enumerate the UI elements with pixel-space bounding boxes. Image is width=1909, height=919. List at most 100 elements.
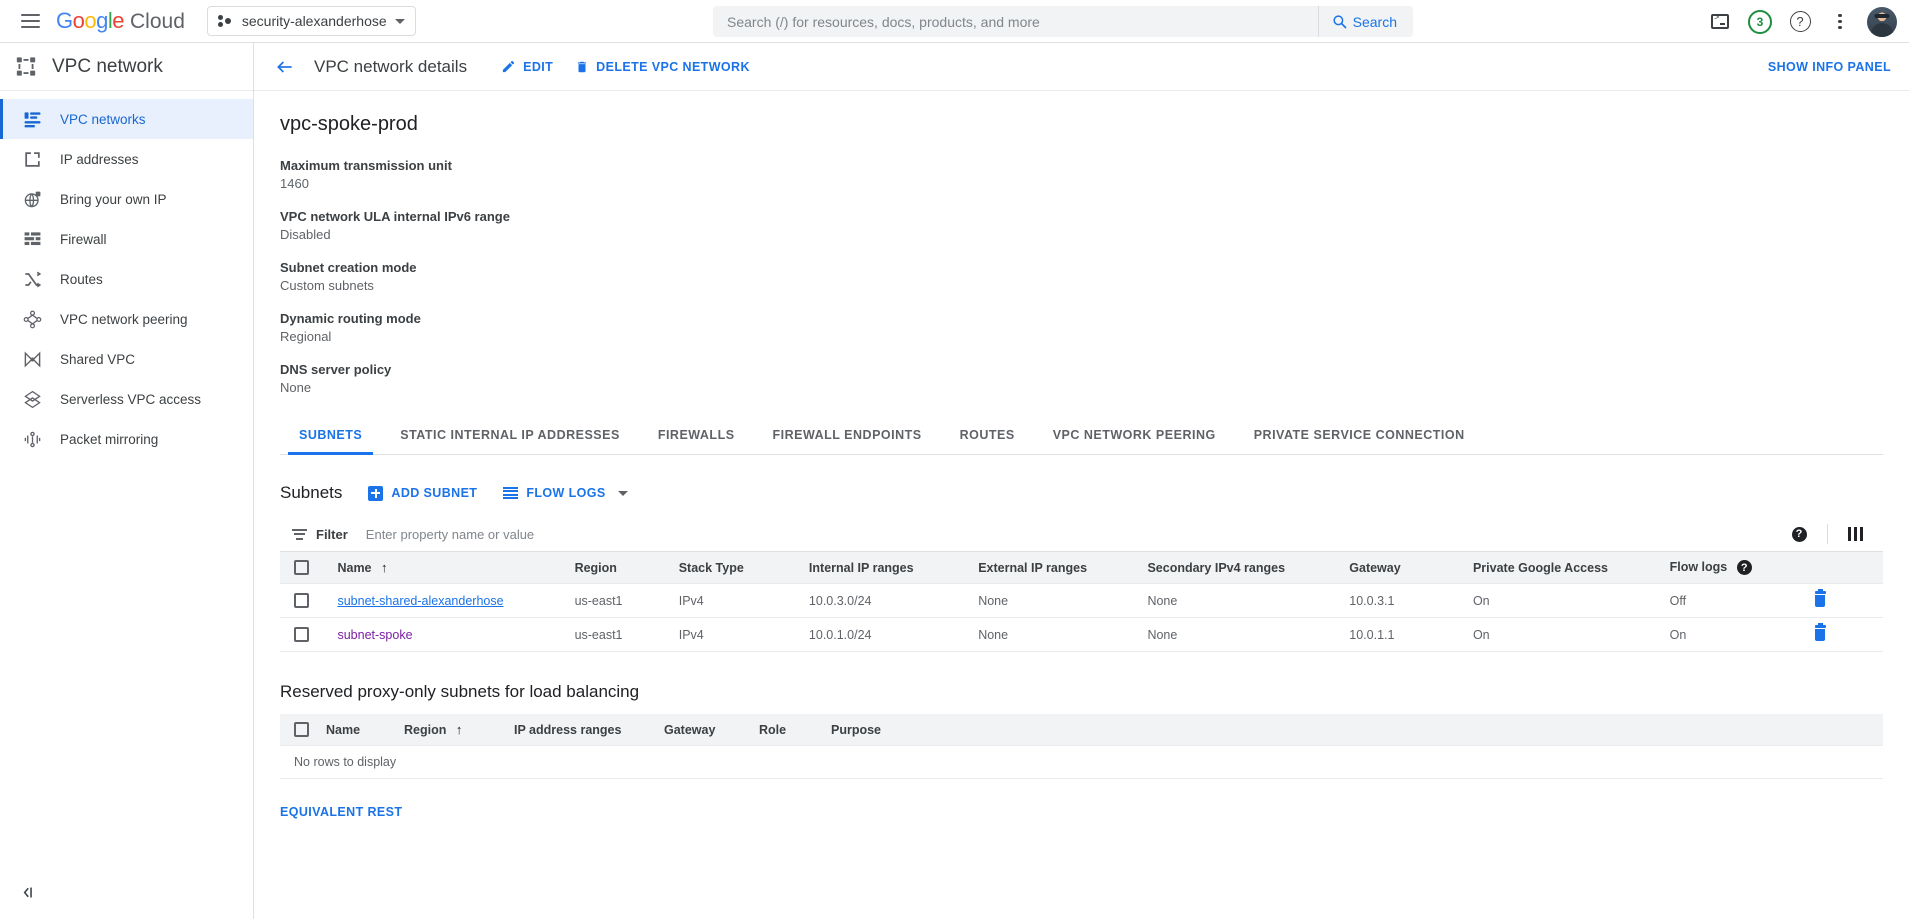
tab-private-service-connection[interactable]: PRIVATE SERVICE CONNECTION	[1235, 417, 1484, 454]
help-circle-icon[interactable]: ?	[1791, 526, 1807, 542]
avatar[interactable]	[1867, 6, 1897, 37]
row-checkbox[interactable]	[294, 627, 309, 643]
filter-input[interactable]	[363, 525, 784, 543]
column-header-gateway[interactable]: Gateway	[1341, 552, 1465, 584]
cloud-shell-terminal-icon[interactable]	[1703, 5, 1737, 39]
sidebar-item-ip-addresses[interactable]: IP addresses	[0, 139, 253, 179]
collapse-panel-icon[interactable]	[14, 879, 40, 905]
edit-button[interactable]: EDIT	[501, 59, 553, 74]
search-icon	[1333, 15, 1346, 29]
subnet-link[interactable]: subnet-shared-alexanderhose	[337, 594, 503, 608]
cloud-wordmark: Cloud	[130, 10, 185, 33]
row-checkbox[interactable]	[294, 593, 309, 609]
column-header-gateway[interactable]: Gateway	[656, 714, 751, 746]
sidebar-item-vpc-networks[interactable]: VPC networks	[0, 99, 253, 139]
tab-routes[interactable]: ROUTES	[941, 417, 1034, 454]
column-header-name[interactable]: Name ↑	[329, 552, 567, 584]
cell-gateway: 10.0.1.1	[1341, 617, 1465, 653]
sidebar-item-label: Firewall	[60, 231, 107, 247]
flow-logs-help-icon[interactable]: ?	[1736, 560, 1752, 576]
tab-vpc-network-peering[interactable]: VPC NETWORK PEERING	[1034, 417, 1235, 454]
cell-internal-ip-ranges: 10.0.1.0/24	[800, 617, 971, 653]
sidebar-item-packet-mirroring[interactable]: Packet mirroring	[0, 419, 253, 459]
sidebar-item-label: VPC network peering	[60, 311, 188, 327]
equivalent-rest-button[interactable]: EQUIVALENT REST	[280, 805, 402, 819]
cell-secondary-ipv4-ranges: None	[1139, 617, 1342, 653]
cell-name: subnet-spoke	[329, 617, 567, 653]
tab-firewall-endpoints[interactable]: FIREWALL ENDPOINTS	[754, 417, 941, 454]
project-selector[interactable]: security-alexanderhose	[206, 6, 416, 36]
page-title: VPC network details	[314, 56, 468, 76]
more-vertical-kebab-icon[interactable]	[1823, 5, 1857, 39]
flow-logs-icon	[503, 487, 519, 499]
sidebar-item-serverless-vpc-access[interactable]: Serverless VPC access	[0, 379, 253, 419]
details-content: vpc-spoke-prod Maximum transmission unit…	[254, 91, 1909, 821]
flow-logs-button[interactable]: FLOW LOGS	[503, 486, 628, 500]
column-header-external-ip-ranges[interactable]: External IP ranges	[970, 552, 1140, 584]
property-dns-server-policy: DNS server policy None	[280, 362, 1909, 395]
project-name-label: security-alexanderhose	[241, 13, 387, 29]
cell-secondary-ipv4-ranges: None	[1139, 583, 1342, 619]
flow-logs-label: FLOW LOGS	[526, 486, 606, 500]
search-input[interactable]	[713, 13, 1318, 30]
sidebar-item-shared-vpc[interactable]: Shared VPC	[0, 339, 253, 379]
vpc-networks-icon	[22, 109, 42, 129]
delete-vpc-network-button[interactable]: DELETE VPC NETWORK	[575, 59, 750, 75]
routes-icon	[22, 269, 42, 289]
sidebar-item-routes[interactable]: Routes	[0, 259, 253, 299]
subnets-table-card: Filter ? Name ↑	[280, 517, 1883, 653]
column-header-role[interactable]: Role	[751, 714, 823, 746]
sidebar: VPC network VPC networks IP addresses Br…	[0, 43, 254, 919]
show-info-panel-button[interactable]: SHOW INFO PANEL	[1768, 60, 1891, 74]
column-header-internal-ip-ranges[interactable]: Internal IP ranges	[800, 552, 971, 584]
page-header: VPC network details EDIT DELETE VPC NETW…	[254, 43, 1909, 91]
bring-your-own-ip-icon	[22, 189, 42, 209]
subnet-link[interactable]: subnet-spoke	[337, 628, 412, 642]
tab-subnets[interactable]: SUBNETS	[280, 417, 381, 455]
property-value: Disabled	[280, 227, 331, 242]
search-bar[interactable]: Search	[713, 6, 1413, 37]
cell-flow-logs: Off	[1661, 583, 1805, 619]
tab-static-internal-ip-addresses[interactable]: STATIC INTERNAL IP ADDRESSES	[381, 417, 639, 454]
tab-firewalls[interactable]: FIREWALLS	[639, 417, 754, 454]
table-row[interactable]: subnet-spoke us-east1 IPv4 10.0.1.0/24 N…	[280, 617, 1883, 653]
row-actions-cell	[1804, 583, 1883, 619]
proxy-subnets-title: Reserved proxy-only subnets for load bal…	[280, 682, 640, 702]
cell-private-google-access: On	[1464, 583, 1662, 619]
subnets-table: Name ↑ Region Stack Type Internal IP ran…	[280, 552, 1883, 653]
sidebar-item-vpc-network-peering[interactable]: VPC network peering	[0, 299, 253, 339]
column-header-flow-logs[interactable]: Flow logs ?	[1661, 552, 1805, 584]
add-subnet-button[interactable]: ADD SUBNET	[368, 485, 477, 501]
help-question-icon[interactable]: ?	[1783, 5, 1817, 39]
column-header-region[interactable]: Region	[566, 552, 671, 584]
delete-subnet-icon[interactable]	[1813, 623, 1828, 641]
sidebar-item-bring-your-own-ip[interactable]: Bring your own IP	[0, 179, 253, 219]
column-header-name[interactable]: Name	[318, 714, 396, 746]
column-header-private-google-access[interactable]: Private Google Access	[1464, 552, 1662, 584]
serverless-vpc-access-icon	[22, 389, 42, 409]
cell-external-ip-ranges: None	[970, 617, 1140, 653]
column-header-actions	[1804, 552, 1883, 584]
hamburger-menu-icon[interactable]	[16, 7, 44, 35]
proxy-subnets-table: Name Region ↑ IP address ranges Gateway …	[280, 714, 1883, 746]
delete-button-label: DELETE VPC NETWORK	[596, 59, 750, 74]
property-subnet-creation-mode: Subnet creation mode Custom subnets	[280, 260, 1909, 293]
google-cloud-logo[interactable]: Google Cloud	[56, 8, 185, 34]
select-all-checkbox[interactable]	[294, 560, 309, 576]
column-display-options-icon[interactable]	[1847, 527, 1863, 541]
column-header-secondary-ipv4-ranges[interactable]: Secondary IPv4 ranges	[1139, 552, 1342, 584]
table-row[interactable]: subnet-shared-alexanderhose us-east1 IPv…	[280, 583, 1883, 619]
delete-subnet-icon[interactable]	[1813, 589, 1828, 607]
column-header-stack-type[interactable]: Stack Type	[670, 552, 801, 584]
notifications-button[interactable]: 3	[1743, 5, 1777, 39]
column-header-ip-address-ranges[interactable]: IP address ranges	[506, 714, 656, 746]
vpc-network-icon	[16, 57, 36, 77]
column-header-region[interactable]: Region ↑	[396, 714, 506, 746]
search-button[interactable]: Search	[1317, 6, 1413, 37]
select-all-checkbox[interactable]	[294, 722, 309, 738]
back-arrow-icon[interactable]	[270, 52, 300, 82]
column-header-purpose[interactable]: Purpose	[823, 714, 1883, 746]
sidebar-item-firewall[interactable]: Firewall	[0, 219, 253, 259]
column-label: Flow logs	[1669, 560, 1728, 574]
cell-stack-type: IPv4	[670, 617, 801, 653]
